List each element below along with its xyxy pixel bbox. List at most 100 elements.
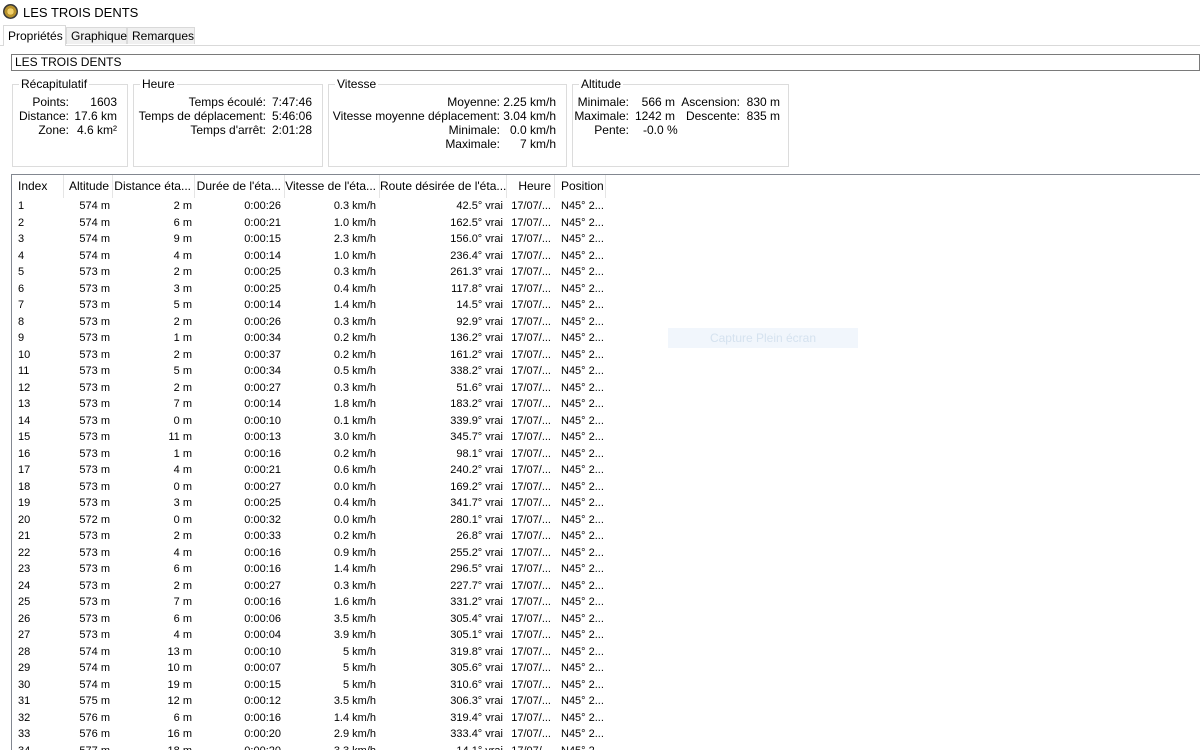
- table-row[interactable]: 18 573 m 0 m 0:00:27 0.0 km/h 169.2° vrai 17/0…: [12, 479, 612, 495]
- cell-speed: 0.0 km/h: [333, 513, 376, 526]
- table-row[interactable]: 8 573 m 2 m 0:00:26 0.3 km/h 92.9° vrai 17/07/…: [12, 314, 612, 330]
- col-time[interactable]: Heure: [507, 175, 555, 198]
- cell-course: 136.2° vrai: [450, 332, 503, 344]
- cell-duration: 0:00:07: [244, 662, 281, 674]
- cell-speed: 3.5 km/h: [333, 612, 376, 625]
- table-row[interactable]: 25 573 m 7 m 0:00:16 1.6 km/h 331.2° vrai 17/0…: [12, 594, 612, 610]
- cell-time: 17/07/...: [511, 414, 551, 427]
- elapsed-value: 7:47:46: [271, 95, 312, 109]
- avg-speed-label: Moyenne:: [447, 95, 500, 109]
- cell-index: 20: [18, 513, 31, 526]
- cell-distance: 12 m: [167, 695, 192, 707]
- cell-duration: 0:00:27: [244, 480, 281, 493]
- cell-time: 17/07/...: [511, 266, 551, 278]
- table-row[interactable]: 22 573 m 4 m 0:00:16 0.9 km/h 255.2° vrai 17/0…: [12, 545, 612, 561]
- cell-course: 14.5° vrai: [456, 299, 503, 311]
- cell-speed: 0.3 km/h: [333, 200, 376, 212]
- table-row[interactable]: 3 574 m 9 m 0:00:15 2.3 km/h 156.0° vrai 17/07…: [12, 231, 612, 247]
- cell-altitude: 573 m: [79, 431, 110, 443]
- table-row[interactable]: 34 577 m18 m0:00:20 3.3 km/h 14.1° vrai 17/0…: [12, 743, 612, 750]
- cell-time: 17/07/...: [511, 365, 551, 377]
- cell-speed: 2.3 km/h: [333, 233, 376, 245]
- cell-distance: 4 m: [173, 464, 192, 476]
- cell-index: 28: [18, 645, 31, 658]
- cell-position: N45° 2...: [561, 200, 604, 212]
- table-row[interactable]: 2 574 m 6 m 0:00:21 1.0 km/h 162.5° vrai 17/07…: [12, 215, 612, 231]
- cell-distance: 2 m: [173, 579, 192, 592]
- table-row[interactable]: 32 576 m 6 m 0:00:16 1.4 km/h 319.4° vrai 17/0…: [12, 710, 612, 726]
- table-row[interactable]: 21 573 m 2 m 0:00:33 0.2 km/h 26.8° vrai 17/07…: [12, 528, 612, 544]
- table-row[interactable]: 19 573 m 3 m 0:00:25 0.4 km/h 341.7° vrai 17/0…: [12, 495, 612, 511]
- table-row[interactable]: 4 574 m 4 m 0:00:14 1.0 km/h 236.4° vrai 17/07…: [12, 248, 612, 264]
- cell-duration: 0:00:14: [244, 398, 281, 410]
- table-row[interactable]: 27 573 m 4 m 0:00:04 3.9 km/h 305.1° vrai 17/0…: [12, 627, 612, 643]
- tab-strip: Propriétés Graphique Remarques: [0, 25, 1200, 46]
- cell-distance: 7 m: [173, 596, 192, 608]
- table-row[interactable]: 23 573 m 6 m 0:00:16 1.4 km/h 296.5° vrai 17/0…: [12, 561, 612, 577]
- cell-course: 236.4° vrai: [450, 249, 503, 262]
- table-row[interactable]: 29 574 m 10 m 0:00:07 5 km/h 305.6° vrai 17/07…: [12, 660, 612, 676]
- cell-distance: 0 m: [173, 480, 192, 493]
- cell-time: 17/07/...: [511, 612, 551, 625]
- cell-index: 2: [18, 216, 25, 229]
- cell-distance: 4 m: [173, 546, 192, 559]
- table-row[interactable]: 15 573 m 11 m 0:00:13 3.0 km/h 345.7° vrai 17/…: [12, 429, 612, 445]
- table-row[interactable]: 9 573 m 1 m 0:00:34 0.2 km/h 136.2° vrai 17/07…: [12, 330, 612, 346]
- tab-proprietes[interactable]: Propriétés: [3, 25, 66, 46]
- cell-time: 17/07/...: [511, 348, 551, 361]
- table-row[interactable]: 20 572 m 0 m 0:00:32 0.0 km/h 280.1° vrai 17/0…: [12, 512, 612, 528]
- table-row[interactable]: 7 573 m 5 m 0:00:14 1.4 km/h 14.5° vrai 17/07/…: [12, 297, 612, 313]
- cell-altitude: 572 m: [79, 513, 110, 526]
- cell-course: 310.6° vrai: [450, 678, 503, 691]
- tab-graphique[interactable]: Graphique: [66, 27, 127, 44]
- table-row[interactable]: 11 573 m 5 m 0:00:34 0.5 km/h 338.2° vrai 17/0…: [12, 363, 612, 379]
- table-row[interactable]: 10 573 m 2 m 0:00:37 0.2 km/h 161.2° vrai 17/0…: [12, 347, 612, 363]
- cell-position: N45° 2...: [561, 530, 604, 542]
- trackpoint-table[interactable]: Index Altitude Distance éta... Durée de …: [11, 174, 1200, 750]
- window-title: LES TROIS DENTS: [23, 5, 139, 20]
- cell-speed: 1.4 km/h: [333, 711, 376, 724]
- cell-duration: 0:00:13: [244, 431, 281, 443]
- col-position[interactable]: Position: [555, 175, 606, 198]
- cell-duration: 0:00:25: [244, 266, 281, 278]
- cell-altitude: 573 m: [79, 612, 110, 625]
- table-row[interactable]: 13 573 m 7 m 0:00:14 1.8 km/h 183.2° vrai 17/0…: [12, 396, 612, 412]
- cell-index: 9: [18, 332, 25, 344]
- cell-index: 11: [18, 365, 30, 377]
- table-row[interactable]: 33 576 m 16 m 0:00:20 2.9 km/h 333.4° vrai 17/…: [12, 726, 612, 742]
- cell-index: 32: [18, 711, 31, 724]
- table-row[interactable]: 16 573 m 1 m 0:00:16 0.2 km/h 98.1° vrai 17/07…: [12, 446, 612, 462]
- cell-altitude: 574 m: [79, 216, 110, 229]
- col-duration[interactable]: Durée de l'éta...: [195, 175, 285, 198]
- table-row[interactable]: 24 573 m 2 m 0:00:27 0.3 km/h 227.7° vrai 17/0…: [12, 578, 612, 594]
- cell-course: 261.3° vrai: [450, 266, 503, 278]
- table-row[interactable]: 26 573 m 6 m 0:00:06 3.5 km/h 305.4° vrai 17/0…: [12, 611, 612, 627]
- cell-speed: 0.0 km/h: [333, 480, 376, 493]
- col-index[interactable]: Index: [12, 175, 64, 198]
- cell-speed: 1.8 km/h: [333, 398, 376, 410]
- cell-altitude: 573 m: [79, 315, 110, 328]
- col-distance[interactable]: Distance éta...: [113, 175, 195, 198]
- cell-course: 331.2° vrai: [450, 596, 503, 608]
- col-altitude[interactable]: Altitude: [64, 175, 113, 198]
- cell-time: 17/07/...: [511, 563, 551, 575]
- table-row[interactable]: 28 574 m 13 m 0:00:10 5 km/h 319.8° vrai 17/07…: [12, 644, 612, 660]
- time-group: Heure Temps écoulé: 7:47:46 Temps de dép…: [133, 77, 323, 167]
- cell-index: 30: [18, 678, 31, 691]
- col-speed[interactable]: Vitesse de l'éta...: [285, 175, 380, 198]
- table-row[interactable]: 31 575 m 12 m 0:00:12 3.5 km/h 306.3° vrai 17/…: [12, 693, 612, 709]
- table-row[interactable]: 14 573 m 0 m 0:00:10 0.1 km/h 339.9° vrai 17/0…: [12, 413, 612, 429]
- cell-altitude: 574 m: [79, 678, 110, 691]
- table-row[interactable]: 5 573 m 2 m 0:00:25 0.3 km/h 261.3° vrai 17/07…: [12, 264, 612, 280]
- table-row[interactable]: 1 574 m 2 m 0:00:26 0.3 km/h 42.5° vrai 17/07/…: [12, 198, 612, 214]
- table-row[interactable]: 6 573 m 3 m 0:00:25 0.4 km/h 117.8° vrai 17/07…: [12, 281, 612, 297]
- cell-time: 17/07/...: [511, 464, 551, 476]
- cell-index: 1: [18, 200, 25, 212]
- tab-remarques[interactable]: Remarques: [127, 27, 195, 44]
- table-row[interactable]: 12 573 m 2 m 0:00:27 0.3 km/h 51.6° vrai 17/07…: [12, 380, 612, 396]
- table-row[interactable]: 17 573 m 4 m 0:00:21 0.6 km/h 240.2° vrai 17/0…: [12, 462, 612, 478]
- cell-time: 17/07/...: [511, 546, 551, 559]
- track-name-field[interactable]: LES TROIS DENTS: [11, 54, 1200, 71]
- col-course[interactable]: Route désirée de l'éta...: [380, 175, 507, 198]
- table-row[interactable]: 30 574 m 19 m 0:00:15 5 km/h 310.6° vrai 17/07…: [12, 677, 612, 693]
